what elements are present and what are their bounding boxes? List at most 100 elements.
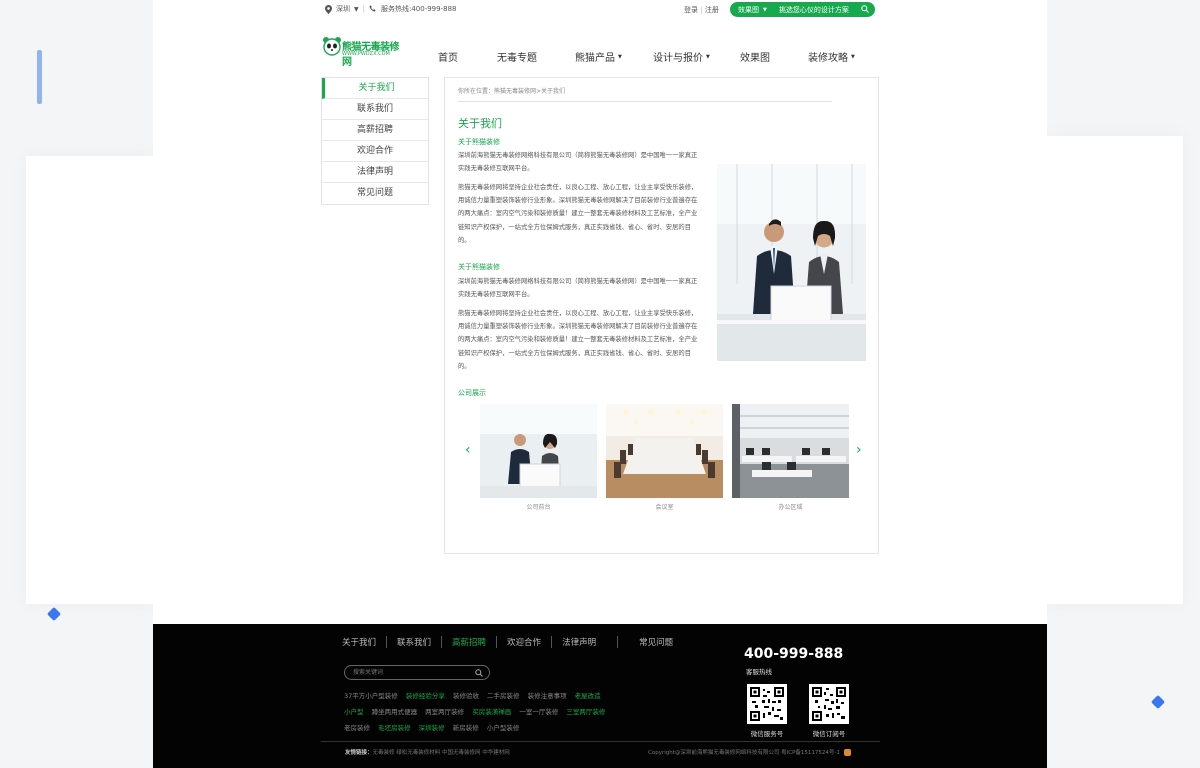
divider: |	[362, 5, 365, 13]
search-icon[interactable]	[861, 5, 869, 13]
tag-link[interactable]: 深圳装修	[419, 724, 445, 732]
friend-links-label: 友情链接：	[345, 750, 373, 756]
sidebar-item-contact[interactable]: 联系我们	[322, 99, 428, 120]
section-title: 关于熊猫装修	[458, 263, 500, 271]
nav-label: 效果图	[740, 53, 770, 64]
page: 深圳 ▼ | 服务热线:400-999-888 登录 | 注册 效果图 ▼ 挑选…	[153, 0, 1047, 768]
location-pin-icon	[325, 4, 332, 14]
nav-item-effects[interactable]: 效果图	[740, 49, 808, 64]
qr-label-service: 微信服务号	[750, 730, 784, 738]
hotline-text: 服务热线:400-999-888	[380, 5, 457, 13]
footer-link-cooperation[interactable]: 欢迎合作	[497, 636, 553, 648]
tag-link[interactable]: 老屋改造	[575, 692, 601, 700]
decor-bar	[37, 50, 42, 104]
caret-down-icon: ▼	[851, 53, 855, 60]
nav-item-guides[interactable]: 装修攻略 ▼	[808, 49, 855, 64]
qr-code-icon	[750, 687, 784, 721]
city-select[interactable]: 深圳	[336, 4, 350, 14]
main-nav: 首页 无毒专题 熊猫产品 ▼ 设计与报价 ▼ 效果图 装修攻略 ▼	[438, 49, 855, 64]
tag-row: 37平方小户型装修 装修经验分享 装修验收 二手房装修 装修注意事项 老屋改造	[344, 688, 614, 704]
tag-link[interactable]: 二手房装修	[487, 692, 520, 700]
nav-label: 装修攻略	[808, 53, 848, 64]
chevron-left-icon[interactable]: ‹	[465, 442, 471, 458]
gallery-caption: 公司前台	[526, 504, 551, 511]
footer-link-faq[interactable]: 常见问题	[618, 636, 683, 648]
gallery-item-office[interactable]	[732, 404, 849, 498]
tag-link[interactable]: 装修经验分享	[406, 692, 445, 700]
page-title: 关于我们	[458, 117, 502, 130]
sidebar-item-faq[interactable]: 常见问题	[322, 183, 428, 204]
register-link[interactable]: 注册	[705, 6, 719, 14]
tag-link[interactable]: 装修验收	[453, 692, 479, 700]
caret-down-icon: ▼	[618, 53, 622, 60]
sidebar-item-about[interactable]: 关于我们	[322, 78, 428, 99]
tag-row: 老房装修 毛坯房装修 深圳装修 新房装修 小户型装修	[344, 720, 614, 736]
footer: 关于我们 联系我们 高薪招聘 欢迎合作 法律声明 常见问题 搜索关键词 37平方…	[153, 624, 1047, 768]
top-bar: 深圳 ▼ | 服务热线:400-999-888 登录 | 注册 效果图 ▼ 挑选…	[153, 0, 1047, 18]
nav-label: 设计与报价	[653, 53, 703, 64]
tag-link[interactable]: 毛坯房装修	[378, 724, 411, 732]
decor-card-right	[1047, 136, 1183, 604]
footer-link-jobs[interactable]: 高薪招聘	[442, 636, 498, 648]
login-link[interactable]: 登录	[684, 6, 698, 14]
meeting-room-image	[606, 404, 723, 498]
nav-label: 无毒专题	[497, 53, 537, 64]
qr-code-service	[747, 684, 787, 724]
effect-category-select[interactable]: 效果图	[738, 5, 759, 15]
sidebar: 关于我们 联系我们 高薪招聘 欢迎合作 法律声明 常见问题	[321, 77, 429, 205]
logo-url: WWW.PWDZX.COM	[342, 51, 390, 57]
qr-code-icon	[812, 687, 846, 721]
tag-link[interactable]: 37平方小户型装修	[344, 692, 398, 700]
search-icon[interactable]	[475, 669, 483, 677]
gallery-caption: 办公区域	[778, 504, 803, 511]
sidebar-item-legal[interactable]: 法律声明	[322, 162, 428, 183]
tag-link[interactable]: 老房装修	[344, 724, 370, 732]
search-placeholder: 搜索关键词	[353, 669, 384, 676]
friend-links: 友情链接：无毒装修 绿松无毒装修材料 中国无毒装修网 中华建材网	[345, 748, 510, 756]
nav-item-home[interactable]: 首页	[438, 49, 497, 64]
tag-link[interactable]: 蹲坐两用式便器	[372, 708, 418, 716]
section-paragraph: 熊猫无毒装修网将坚持企业社会责任，以良心工程、放心工程，让业主享受快乐装修，用诚…	[458, 184, 698, 244]
sidebar-item-cooperation[interactable]: 欢迎合作	[322, 141, 428, 162]
reception-image	[480, 404, 597, 498]
nav-item-design-quote[interactable]: 设计与报价 ▼	[653, 49, 740, 64]
chevron-right-icon[interactable]: ›	[856, 442, 862, 458]
caret-down-icon[interactable]: ▼	[763, 7, 767, 13]
qr-code-subscription	[809, 684, 849, 724]
footer-divider	[321, 741, 880, 742]
tag-cloud: 37平方小户型装修 装修经验分享 装修验收 二手房装修 装修注意事项 老屋改造 …	[344, 688, 614, 736]
tag-link[interactable]: 小户型装修	[487, 724, 520, 732]
tag-link[interactable]: 装修注意事项	[528, 692, 567, 700]
tag-link[interactable]: 小户型	[344, 708, 364, 716]
police-badge-icon[interactable]	[843, 749, 851, 756]
friend-links-list[interactable]: 无毒装修 绿松无毒装修材料 中国无毒装修网 中华建材网	[373, 750, 510, 756]
tag-link[interactable]: 一室一厅装修	[519, 708, 558, 716]
footer-nav: 关于我们 联系我们 高薪招聘 欢迎合作 法律声明 常见问题	[342, 636, 683, 648]
tag-link[interactable]: 新房装修	[453, 724, 479, 732]
nav-label: 熊猫产品	[575, 53, 615, 64]
footer-search-input[interactable]: 搜索关键词	[344, 665, 490, 680]
nav-item-nontoxic[interactable]: 无毒专题	[497, 49, 575, 64]
sidebar-item-jobs[interactable]: 高薪招聘	[322, 120, 428, 141]
gallery-caption: 会议室	[655, 504, 674, 511]
tag-link[interactable]: 买房装潢禅画	[472, 708, 511, 716]
gallery-item-reception[interactable]	[480, 404, 597, 498]
decor-card-left	[26, 156, 153, 604]
panda-logo-icon	[323, 37, 341, 56]
reception-staff-image	[717, 164, 866, 361]
caret-down-icon[interactable]: ▼	[354, 6, 359, 13]
copyright-text: Copyright@深圳前海熊猫无毒装修网络科技有限公司 粤ICP备151175…	[648, 750, 840, 756]
footer-link-about[interactable]: 关于我们	[342, 636, 388, 648]
gallery-item-meeting-room[interactable]	[606, 404, 723, 498]
footer-link-legal[interactable]: 法律声明	[552, 636, 619, 648]
site-logo[interactable]: 熊猫无毒装修网 WWW.PWDZX.COM	[322, 36, 400, 68]
effect-search-input[interactable]: 挑选您心仪的设计方案	[779, 5, 849, 15]
qr-label-subscription: 微信订阅号	[812, 730, 846, 738]
tag-link[interactable]: 三室两厅装修	[566, 708, 605, 716]
effect-search-bar[interactable]: 效果图 ▼ 挑选您心仪的设计方案	[730, 2, 875, 17]
footer-link-contact[interactable]: 联系我们	[387, 636, 443, 648]
nav-item-products[interactable]: 熊猫产品 ▼	[575, 49, 653, 64]
section-title: 关于熊猫装修	[458, 138, 500, 146]
tag-link[interactable]: 两室两厅装修	[425, 708, 464, 716]
nav-label: 首页	[438, 53, 458, 64]
